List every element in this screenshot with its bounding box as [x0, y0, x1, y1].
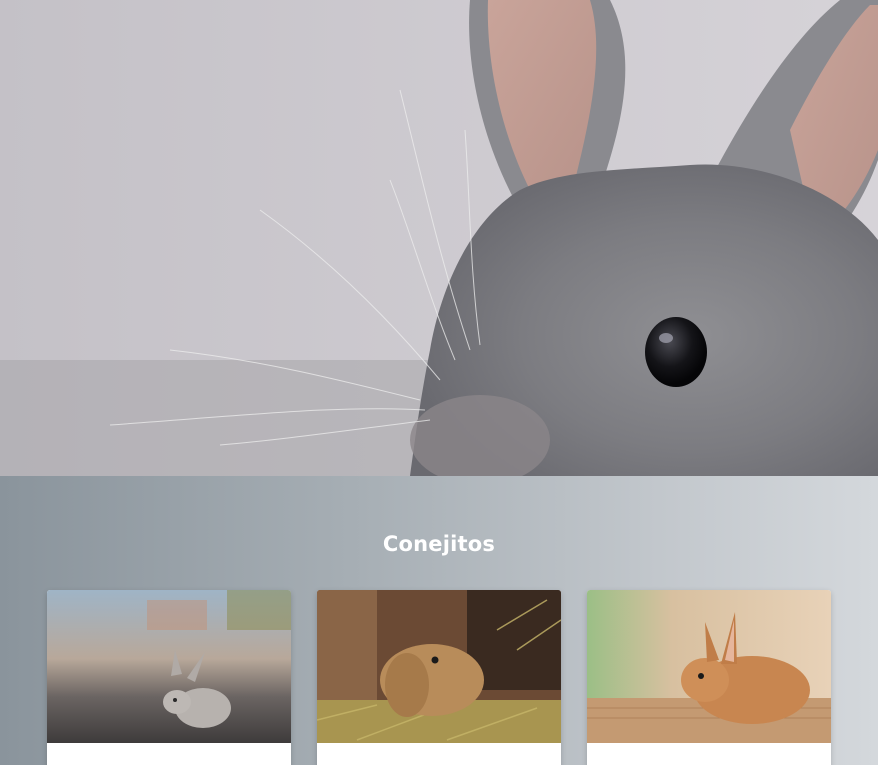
card-body	[47, 743, 291, 765]
card-body	[317, 743, 561, 765]
rabbit-in-straw-photo	[317, 590, 561, 743]
rabbit-card-2[interactable]	[317, 590, 561, 765]
rabbit-on-road-photo	[47, 590, 291, 743]
section-title: Conejitos	[382, 532, 496, 556]
card-body	[587, 743, 831, 765]
hero-image	[0, 0, 878, 476]
page: Conejitos	[0, 0, 878, 765]
rabbit-card-3[interactable]	[587, 590, 831, 765]
hero-rabbit-illustration	[0, 0, 878, 476]
rabbit-card-1[interactable]	[47, 590, 291, 765]
rabbits-section: Conejitos	[0, 476, 878, 765]
rabbit-on-mat-photo	[587, 590, 831, 743]
